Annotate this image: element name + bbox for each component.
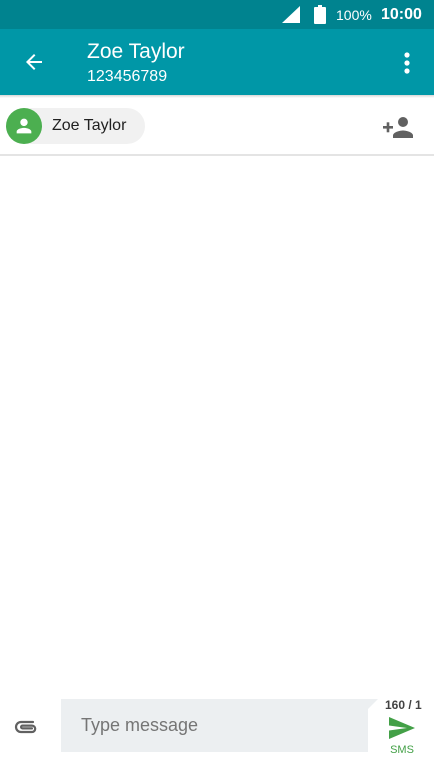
- contact-avatar: [6, 108, 42, 144]
- character-counter: 160 / 1: [385, 698, 422, 712]
- messaging-screen: 100% 10:00 Zoe Taylor 123456789 Zoe Tayl…: [0, 0, 434, 771]
- more-vert-icon: [404, 52, 410, 74]
- attachment-icon: [14, 720, 37, 734]
- back-button[interactable]: [14, 42, 54, 82]
- send-type-label: SMS: [390, 744, 414, 756]
- add-recipient-button[interactable]: [380, 112, 416, 142]
- cell-signal-icon: [282, 6, 300, 23]
- attach-button[interactable]: [10, 710, 44, 744]
- recipient-row: Zoe Taylor: [0, 98, 434, 156]
- app-bar: Zoe Taylor 123456789: [0, 29, 434, 95]
- contact-name-title: Zoe Taylor: [87, 40, 185, 63]
- input-bubble-tail: [368, 699, 378, 709]
- recipient-chip-label: Zoe Taylor: [52, 117, 127, 134]
- clock: 10:00: [381, 6, 422, 23]
- battery-percent: 100%: [336, 7, 372, 23]
- overflow-menu-button[interactable]: [394, 47, 420, 79]
- compose-bar: 160 / 1 SMS: [0, 688, 434, 771]
- arrow-back-icon: [26, 54, 42, 70]
- send-sms-button[interactable]: SMS: [384, 714, 420, 760]
- message-input[interactable]: [61, 699, 368, 752]
- status-bar: 100% 10:00: [0, 0, 434, 29]
- contact-number-subtitle: 123456789: [87, 68, 168, 85]
- message-thread: [0, 158, 434, 688]
- send-icon: [389, 717, 415, 739]
- person-icon: [16, 118, 32, 134]
- recipient-chip[interactable]: Zoe Taylor: [6, 108, 145, 144]
- person-add-icon: [383, 117, 413, 138]
- battery-full-icon: [314, 5, 326, 24]
